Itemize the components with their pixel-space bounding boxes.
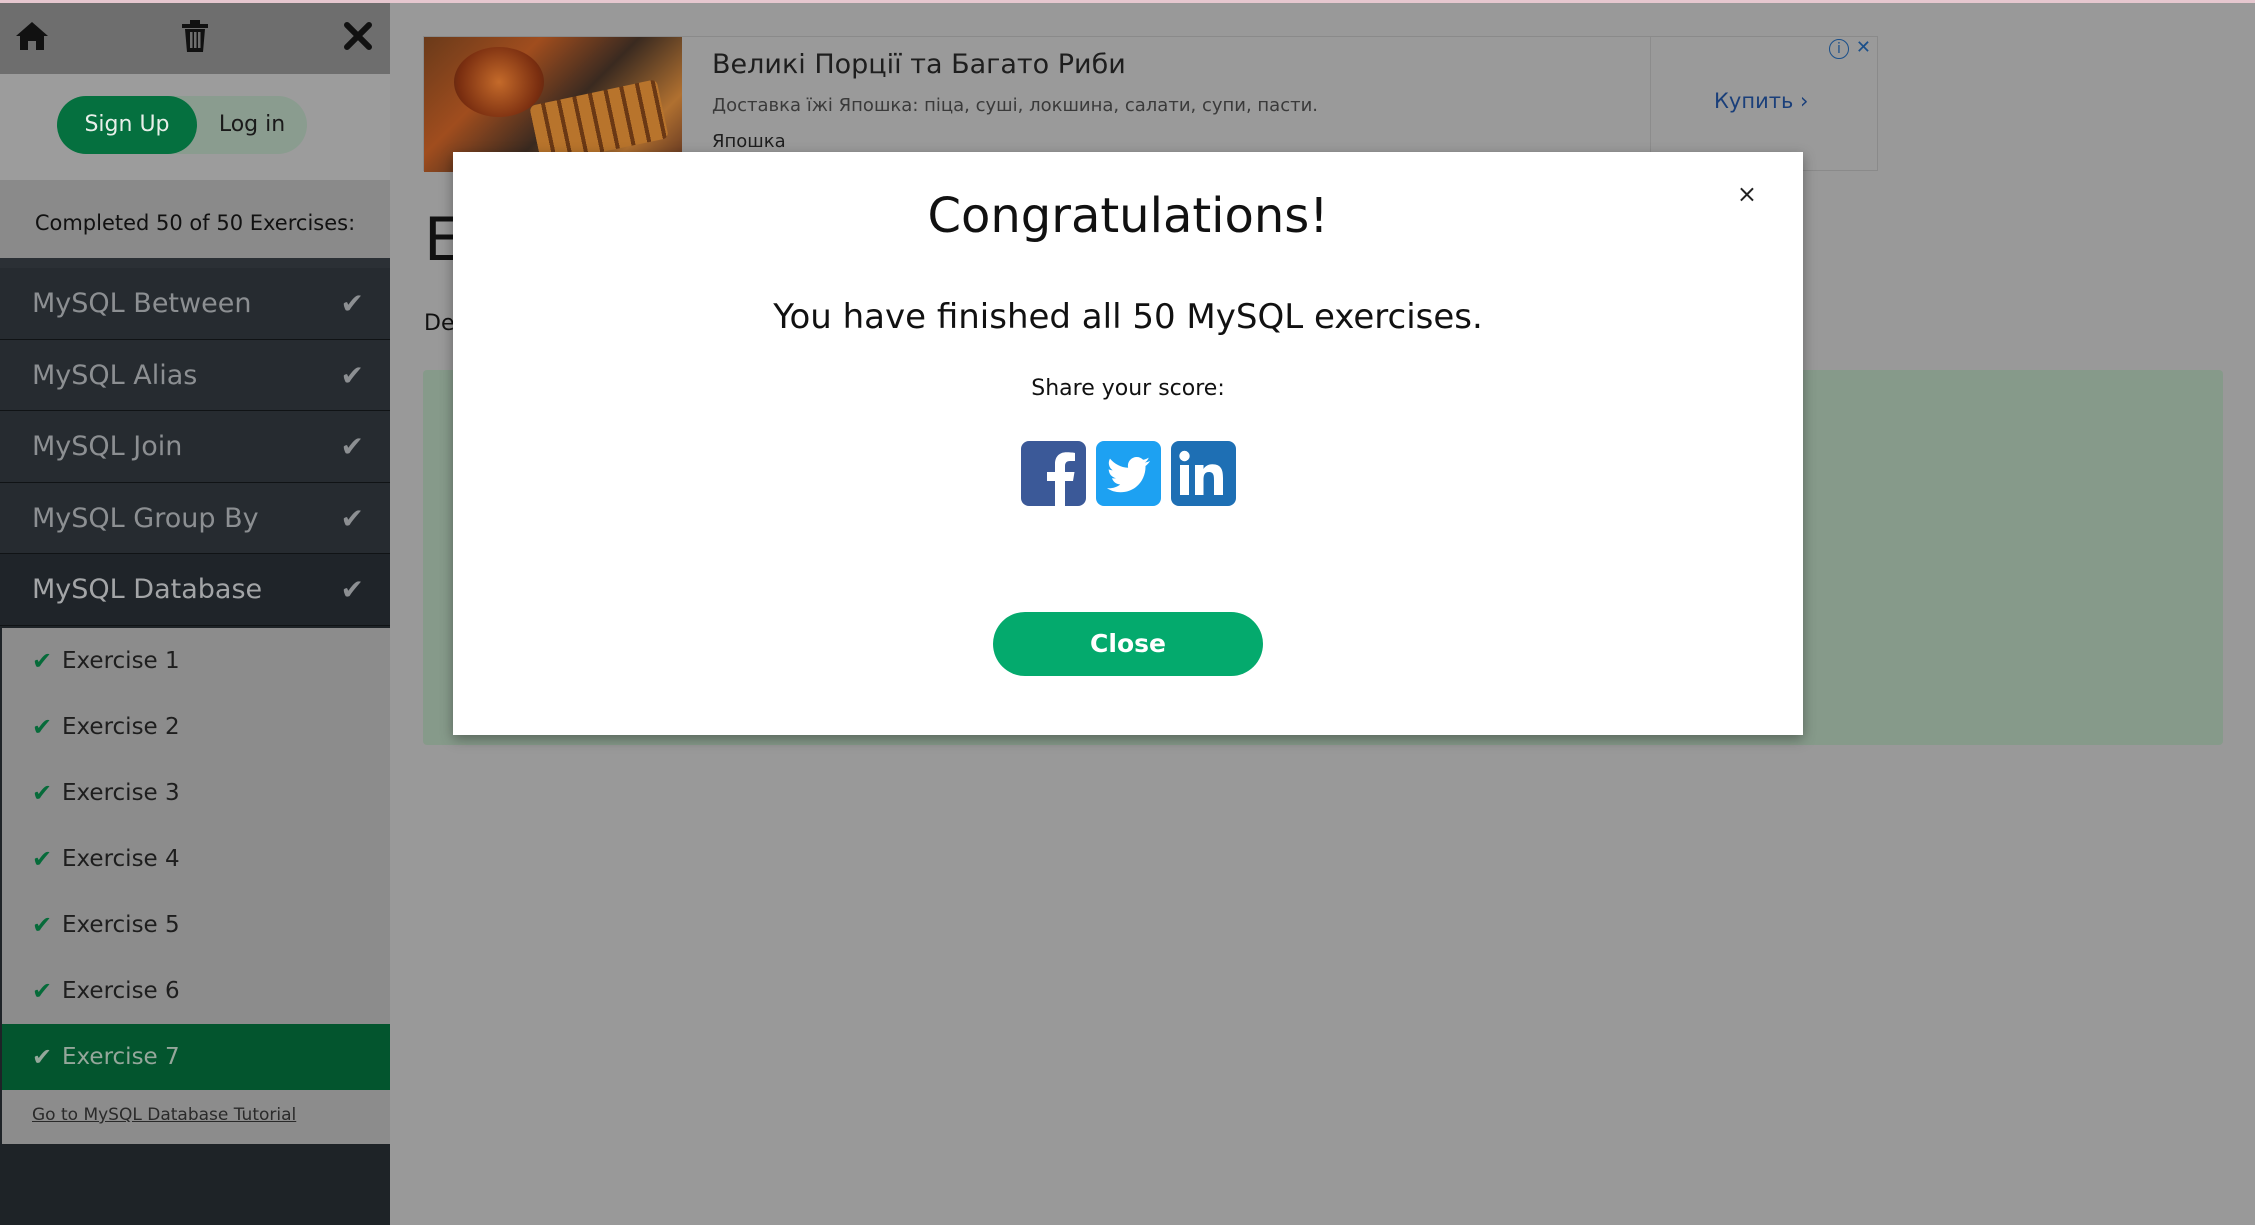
progress-bar <box>0 258 390 268</box>
progress-text: Completed 50 of 50 Exercises: <box>0 180 390 258</box>
ad-title[interactable]: Великі Порції та Багато Риби <box>712 49 1126 80</box>
checkmark-icon: ✔ <box>340 430 364 463</box>
trash-icon[interactable] <box>175 16 215 56</box>
ad-cta-link[interactable]: Купить › <box>1714 89 1808 113</box>
exercise-label: Exercise 1 <box>62 648 180 674</box>
ad-brand: Япошка <box>712 131 786 152</box>
check-icon: ✔ <box>32 911 53 939</box>
category-label: MySQL Between <box>32 288 252 319</box>
exercise-label: Exercise 5 <box>62 912 180 938</box>
sign-up-button[interactable]: Sign Up <box>57 96 197 154</box>
auth-toggle: Sign Up Log in <box>57 96 307 154</box>
exercise-label: Exercise 3 <box>62 780 180 806</box>
chevron-right-icon: › <box>1800 89 1809 113</box>
modal-message: You have finished all 50 MySQL exercises… <box>773 297 1483 337</box>
checkmark-icon: ✔ <box>340 287 364 320</box>
ad-banner[interactable]: Великі Порції та Багато Риби Доставка їж… <box>423 36 1878 172</box>
check-icon: ✔ <box>32 713 53 741</box>
category-item-active[interactable]: MySQL Database ✔ <box>0 554 390 626</box>
share-label: Share your score: <box>1031 376 1225 401</box>
category-item[interactable]: MySQL Alias ✔ <box>0 339 390 411</box>
category-item[interactable]: MySQL Between ✔ <box>0 268 390 340</box>
home-icon[interactable] <box>12 16 52 56</box>
category-label: MySQL Group By <box>32 502 259 534</box>
exercise-item-active[interactable]: ✔ Exercise 7 <box>2 1024 390 1090</box>
page-description: De <box>424 311 455 336</box>
checkmark-icon: ✔ <box>340 501 364 535</box>
modal-title: Congratulations! <box>927 188 1329 244</box>
sidebar-toolbar <box>0 0 390 74</box>
exercise-label: Exercise 2 <box>62 714 180 740</box>
exercise-list: ✔ Exercise 1 ✔ Exercise 2 ✔ Exercise 3 ✔ Exe… <box>2 628 390 1144</box>
category-item[interactable]: MySQL Join ✔ <box>0 411 390 483</box>
exercise-item[interactable]: ✔ Exercise 5 <box>2 892 390 958</box>
check-icon: ✔ <box>32 647 53 675</box>
category-label: MySQL Join <box>32 431 183 462</box>
exercise-label: Exercise 6 <box>62 978 180 1004</box>
check-icon: ✔ <box>32 977 53 1005</box>
auth-section: Sign Up Log in <box>0 74 390 180</box>
facebook-icon[interactable] <box>1021 441 1086 506</box>
exercise-item[interactable]: ✔ Exercise 6 <box>2 958 390 1024</box>
check-icon: ✔ <box>32 779 53 807</box>
linkedin-icon[interactable] <box>1171 441 1236 506</box>
exercise-label: Exercise 7 <box>62 1044 180 1070</box>
checkmark-icon: ✔ <box>340 573 364 606</box>
check-icon: ✔ <box>32 1043 53 1071</box>
exercise-item[interactable]: ✔ Exercise 4 <box>2 826 390 892</box>
category-item[interactable]: MySQL Group By ✔ <box>0 482 390 554</box>
ad-close-icon[interactable]: ✕ <box>1856 37 1871 58</box>
twitter-icon[interactable] <box>1096 441 1161 506</box>
congratulations-modal: × Congratulations! You have finished all… <box>453 152 1803 735</box>
category-list: MySQL Between ✔ MySQL Alias ✔ MySQL Join ✔ … <box>0 268 390 626</box>
exercise-item[interactable]: ✔ Exercise 2 <box>2 694 390 760</box>
close-sidebar-icon[interactable] <box>338 16 378 56</box>
checkmark-icon: ✔ <box>340 358 364 392</box>
log-in-button[interactable]: Log in <box>197 96 307 154</box>
close-button[interactable]: Close <box>993 612 1263 676</box>
exercise-label: Exercise 4 <box>62 846 180 872</box>
exercise-item[interactable]: ✔ Exercise 1 <box>2 628 390 694</box>
check-icon: ✔ <box>32 845 53 873</box>
exercise-item[interactable]: ✔ Exercise 3 <box>2 760 390 826</box>
ad-cta-label: Купить <box>1714 89 1794 113</box>
tutorial-link[interactable]: Go to MySQL Database Tutorial <box>2 1090 390 1144</box>
category-label: MySQL Alias <box>32 359 198 391</box>
category-label: MySQL Database <box>32 574 263 605</box>
sidebar: Sign Up Log in Completed 50 of 50 Exerci… <box>0 0 390 1225</box>
info-icon[interactable]: i <box>1829 39 1849 59</box>
ad-description: Доставка їжі Япошка: піца, суші, локшина… <box>712 95 1319 116</box>
top-border <box>0 0 2255 3</box>
